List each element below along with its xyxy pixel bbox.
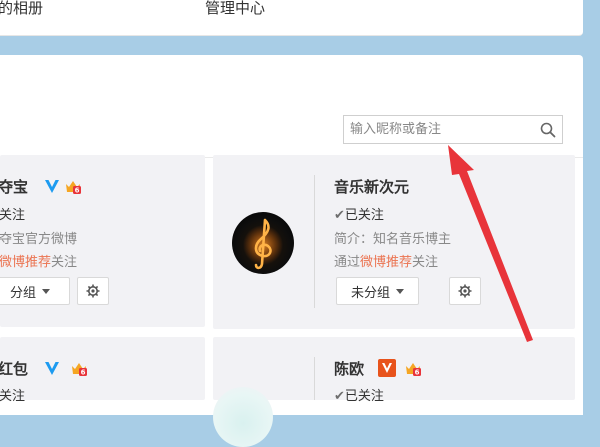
verified-v-icon <box>378 359 396 377</box>
gear-icon <box>458 284 472 298</box>
divider <box>314 357 315 400</box>
caret-down-icon <box>396 288 404 294</box>
user-intro: 夺宝官方微博 <box>0 232 78 247</box>
follow-status: ✔已关注 <box>334 389 384 404</box>
settings-button[interactable] <box>77 277 109 305</box>
avatar[interactable] <box>213 387 273 447</box>
check-icon: ✔ <box>334 208 345 223</box>
group-label: 未分组 <box>350 285 390 301</box>
treble-clef-icon <box>243 218 283 270</box>
follow-source: 微博推荐关注 <box>0 255 78 270</box>
recommend-link[interactable]: 微博推荐 <box>360 255 412 270</box>
group-select-button[interactable]: 分组 <box>0 277 70 305</box>
search-input[interactable] <box>350 119 530 140</box>
check-icon: ✔ <box>334 389 345 404</box>
caret-down-icon <box>42 288 50 294</box>
search-icon[interactable] <box>540 122 556 138</box>
nav-item-album[interactable]: 的相册 <box>0 0 43 18</box>
follow-status: 关注 <box>0 389 26 404</box>
svg-text:6: 6 <box>75 187 80 195</box>
vip-crown-icon: 6 <box>72 363 87 377</box>
follow-source: 通过微博推荐关注 <box>334 255 439 270</box>
user-name[interactable]: 音乐新次元 <box>334 176 409 197</box>
settings-button[interactable] <box>449 277 481 305</box>
search-box <box>343 115 563 144</box>
user-intro: 简介：知名音乐博主 <box>334 232 452 247</box>
nav-item-admin-center[interactable]: 管理中心 <box>205 0 265 18</box>
user-name[interactable]: 陈欧 <box>334 358 364 379</box>
group-select-button[interactable]: 未分组 <box>336 277 419 305</box>
follow-status: ✔已关注 <box>334 208 384 223</box>
follow-card: 红包 6 关注 <box>0 337 205 404</box>
vip-crown-icon: 6 <box>66 181 81 195</box>
follow-card: 夺宝 6 关注 夺宝官方微博 微博推荐关注 分组 <box>0 155 205 327</box>
recommend-link[interactable]: 微博推荐 <box>0 255 51 270</box>
follow-status: 关注 <box>0 208 26 223</box>
user-name[interactable]: 夺宝 <box>0 176 28 197</box>
verified-v-icon <box>45 362 59 375</box>
vip-crown-icon: 6 <box>406 363 421 377</box>
svg-text:6: 6 <box>81 369 86 377</box>
gear-icon <box>86 284 100 298</box>
user-name[interactable]: 红包 <box>0 358 28 379</box>
group-label: 分组 <box>9 285 36 301</box>
follow-card: 陈欧 6 ✔已关注 <box>213 337 575 447</box>
follow-card: 音乐新次元 ✔已关注 简介：知名音乐博主 通过微博推荐关注 未分组 <box>213 155 575 329</box>
svg-text:6: 6 <box>415 369 420 377</box>
verified-v-icon <box>45 180 59 193</box>
avatar[interactable] <box>232 212 294 274</box>
divider <box>314 175 315 308</box>
top-nav: 的相册 管理中心 <box>0 0 583 36</box>
